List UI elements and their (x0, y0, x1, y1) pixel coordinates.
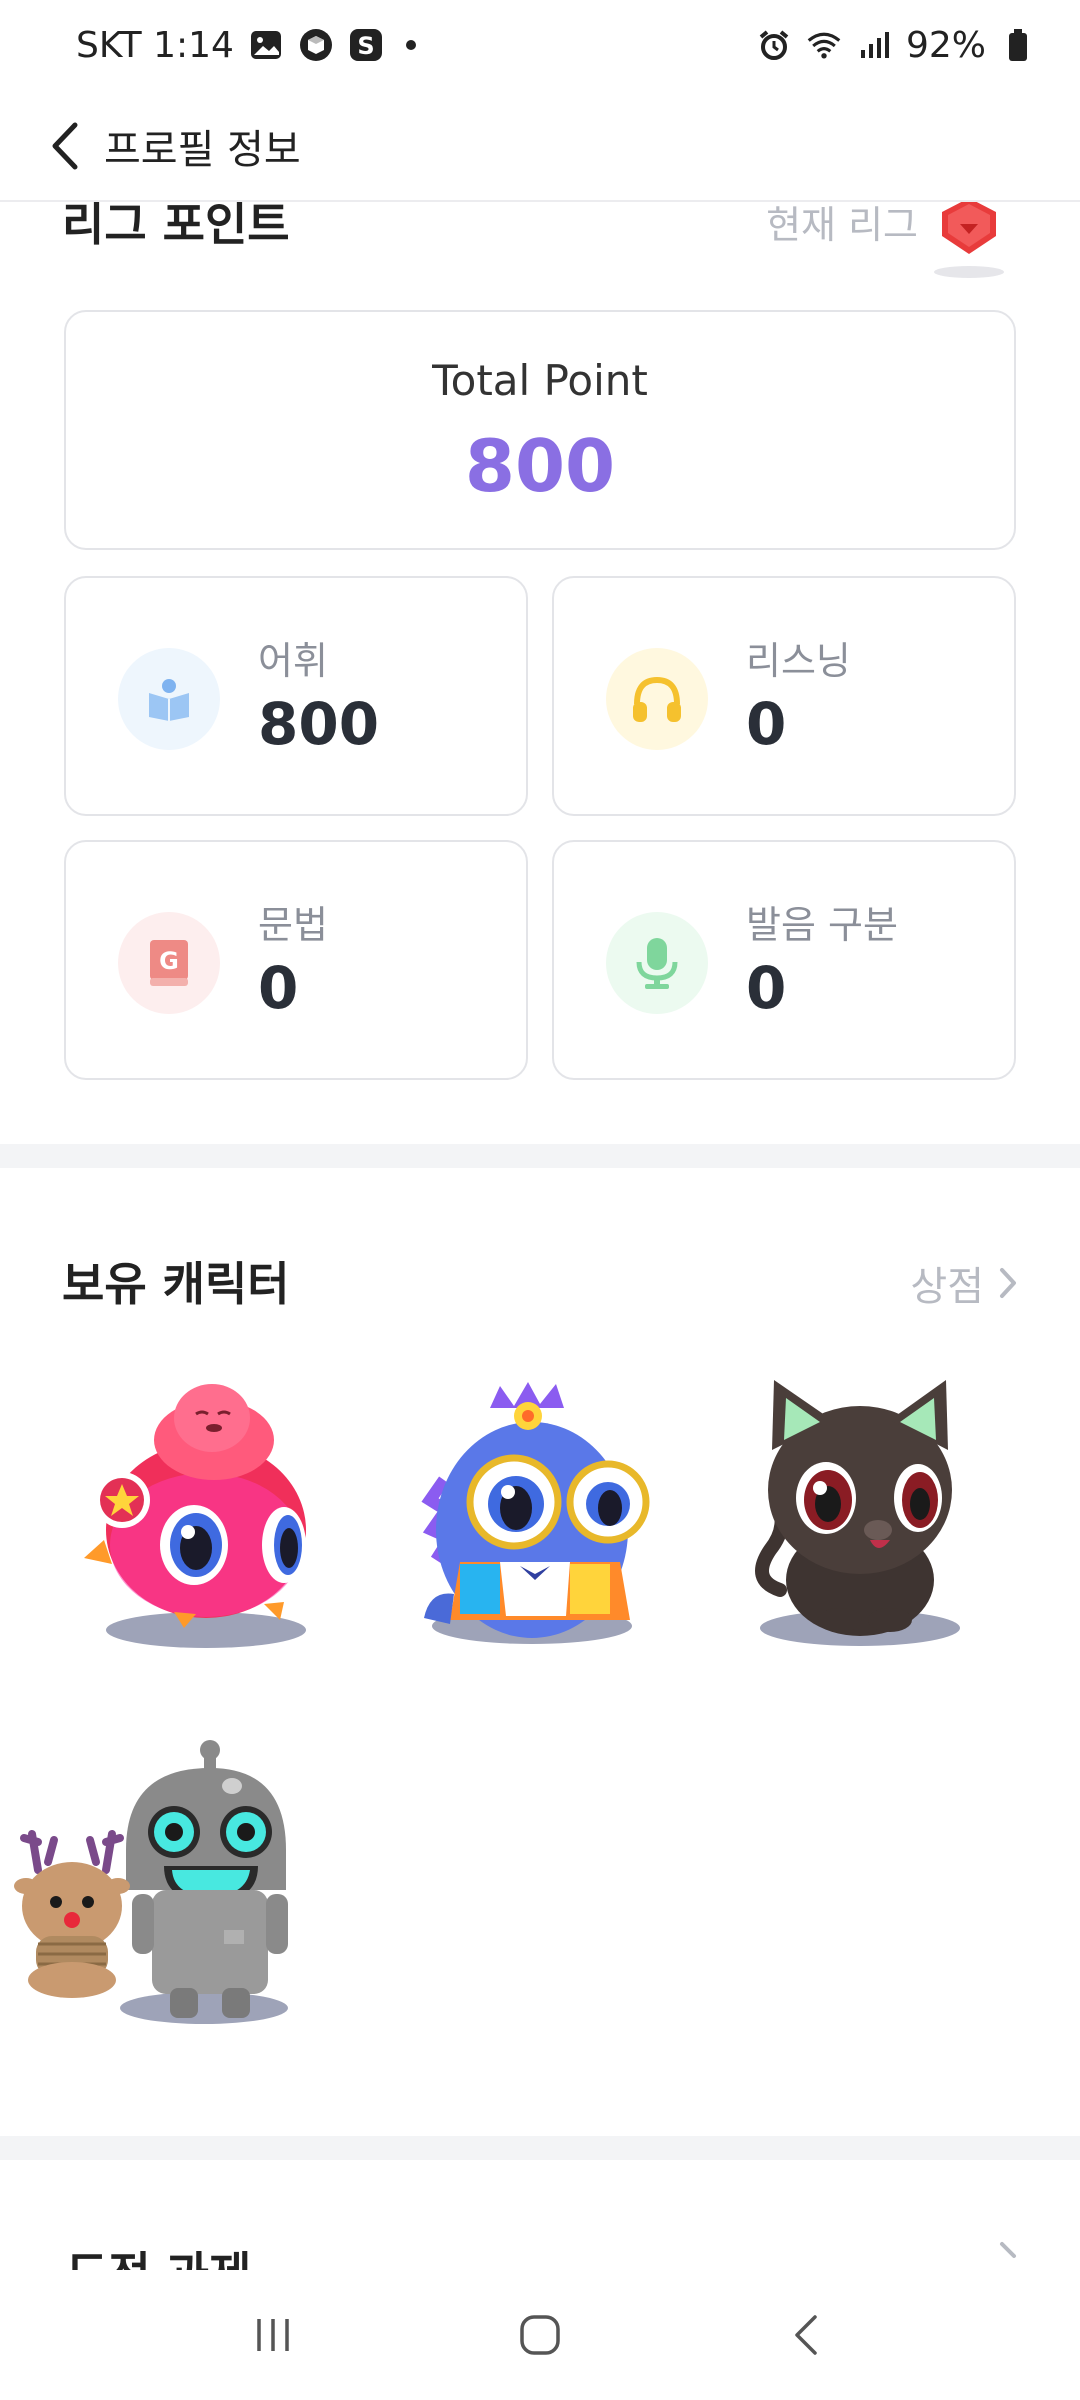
wifi-icon (806, 27, 842, 63)
blue-dino-glasses-character[interactable] (420, 1380, 660, 1660)
grammar-card: G 문법 0 (64, 840, 528, 1080)
section-divider (0, 1144, 1080, 1168)
black-cat-character[interactable] (750, 1380, 990, 1660)
gallery-icon (248, 27, 284, 63)
headphones-icon (606, 648, 708, 750)
league-badge-shadow (934, 266, 1004, 278)
recent-apps-button[interactable] (228, 2290, 318, 2380)
vocabulary-label: 어휘 (258, 639, 328, 683)
listening-label: 리스닝 (746, 639, 851, 683)
current-league-label: 현재 리그 (766, 203, 918, 247)
total-point-value: 800 (464, 424, 616, 508)
challenge-title: 도전 과제 (66, 2247, 252, 2274)
svg-text:G: G (159, 947, 179, 975)
notification-dot (405, 40, 416, 50)
grammar-book-icon: G (118, 912, 220, 1014)
pronunciation-label: 발음 구분 (746, 903, 898, 947)
chevron-right-icon (1000, 1268, 1016, 1298)
alarm-icon (756, 27, 792, 63)
vocabulary-value: 800 (258, 690, 380, 758)
recent-apps-icon (257, 2319, 290, 2351)
grammar-label: 문법 (258, 903, 328, 947)
chevron-right-icon (1000, 2242, 1016, 2258)
back-button[interactable] (36, 111, 92, 181)
robot-reindeer-character[interactable] (14, 1730, 294, 2030)
app-header: 프로필 정보 (0, 92, 1080, 202)
microphone-icon (606, 912, 708, 1014)
vocabulary-card: 어휘 800 (64, 576, 528, 816)
shop-link[interactable]: 상점 (910, 1254, 1018, 1312)
svg-text:S: S (357, 32, 374, 60)
signal-icon (856, 27, 892, 63)
battery-icon (1000, 27, 1036, 63)
total-point-label: Total Point (432, 356, 648, 405)
listening-card: 리스닝 0 (552, 576, 1016, 816)
pronunciation-card: 발음 구분 0 (552, 840, 1016, 1080)
grammar-value: 0 (258, 954, 299, 1022)
home-icon (520, 2315, 560, 2355)
book-icon (118, 648, 220, 750)
chevron-left-icon (52, 122, 78, 170)
section-divider (0, 2136, 1080, 2160)
listening-value: 0 (746, 690, 787, 758)
total-point-card: Total Point 800 (64, 310, 1016, 550)
system-back-button[interactable] (762, 2290, 852, 2380)
pronunciation-value: 0 (746, 954, 787, 1022)
s-app-icon: S (348, 27, 384, 63)
carrier-time: SKT 1:14 (76, 24, 234, 66)
challenge-link[interactable] (998, 2240, 1018, 2268)
page-title: 프로필 정보 (104, 127, 301, 173)
system-nav-bar (0, 2270, 1080, 2400)
status-bar: SKT 1:14 S 92% (0, 0, 1080, 90)
back-icon (794, 2315, 817, 2355)
owned-characters-title: 보유 캐릭터 (62, 1257, 290, 1311)
cube-app-icon (298, 27, 334, 63)
octopus-fish-character[interactable] (84, 1380, 324, 1660)
home-button[interactable] (495, 2290, 585, 2380)
shop-label: 상점 (910, 1264, 984, 1310)
battery-percent: 92% (905, 24, 986, 66)
